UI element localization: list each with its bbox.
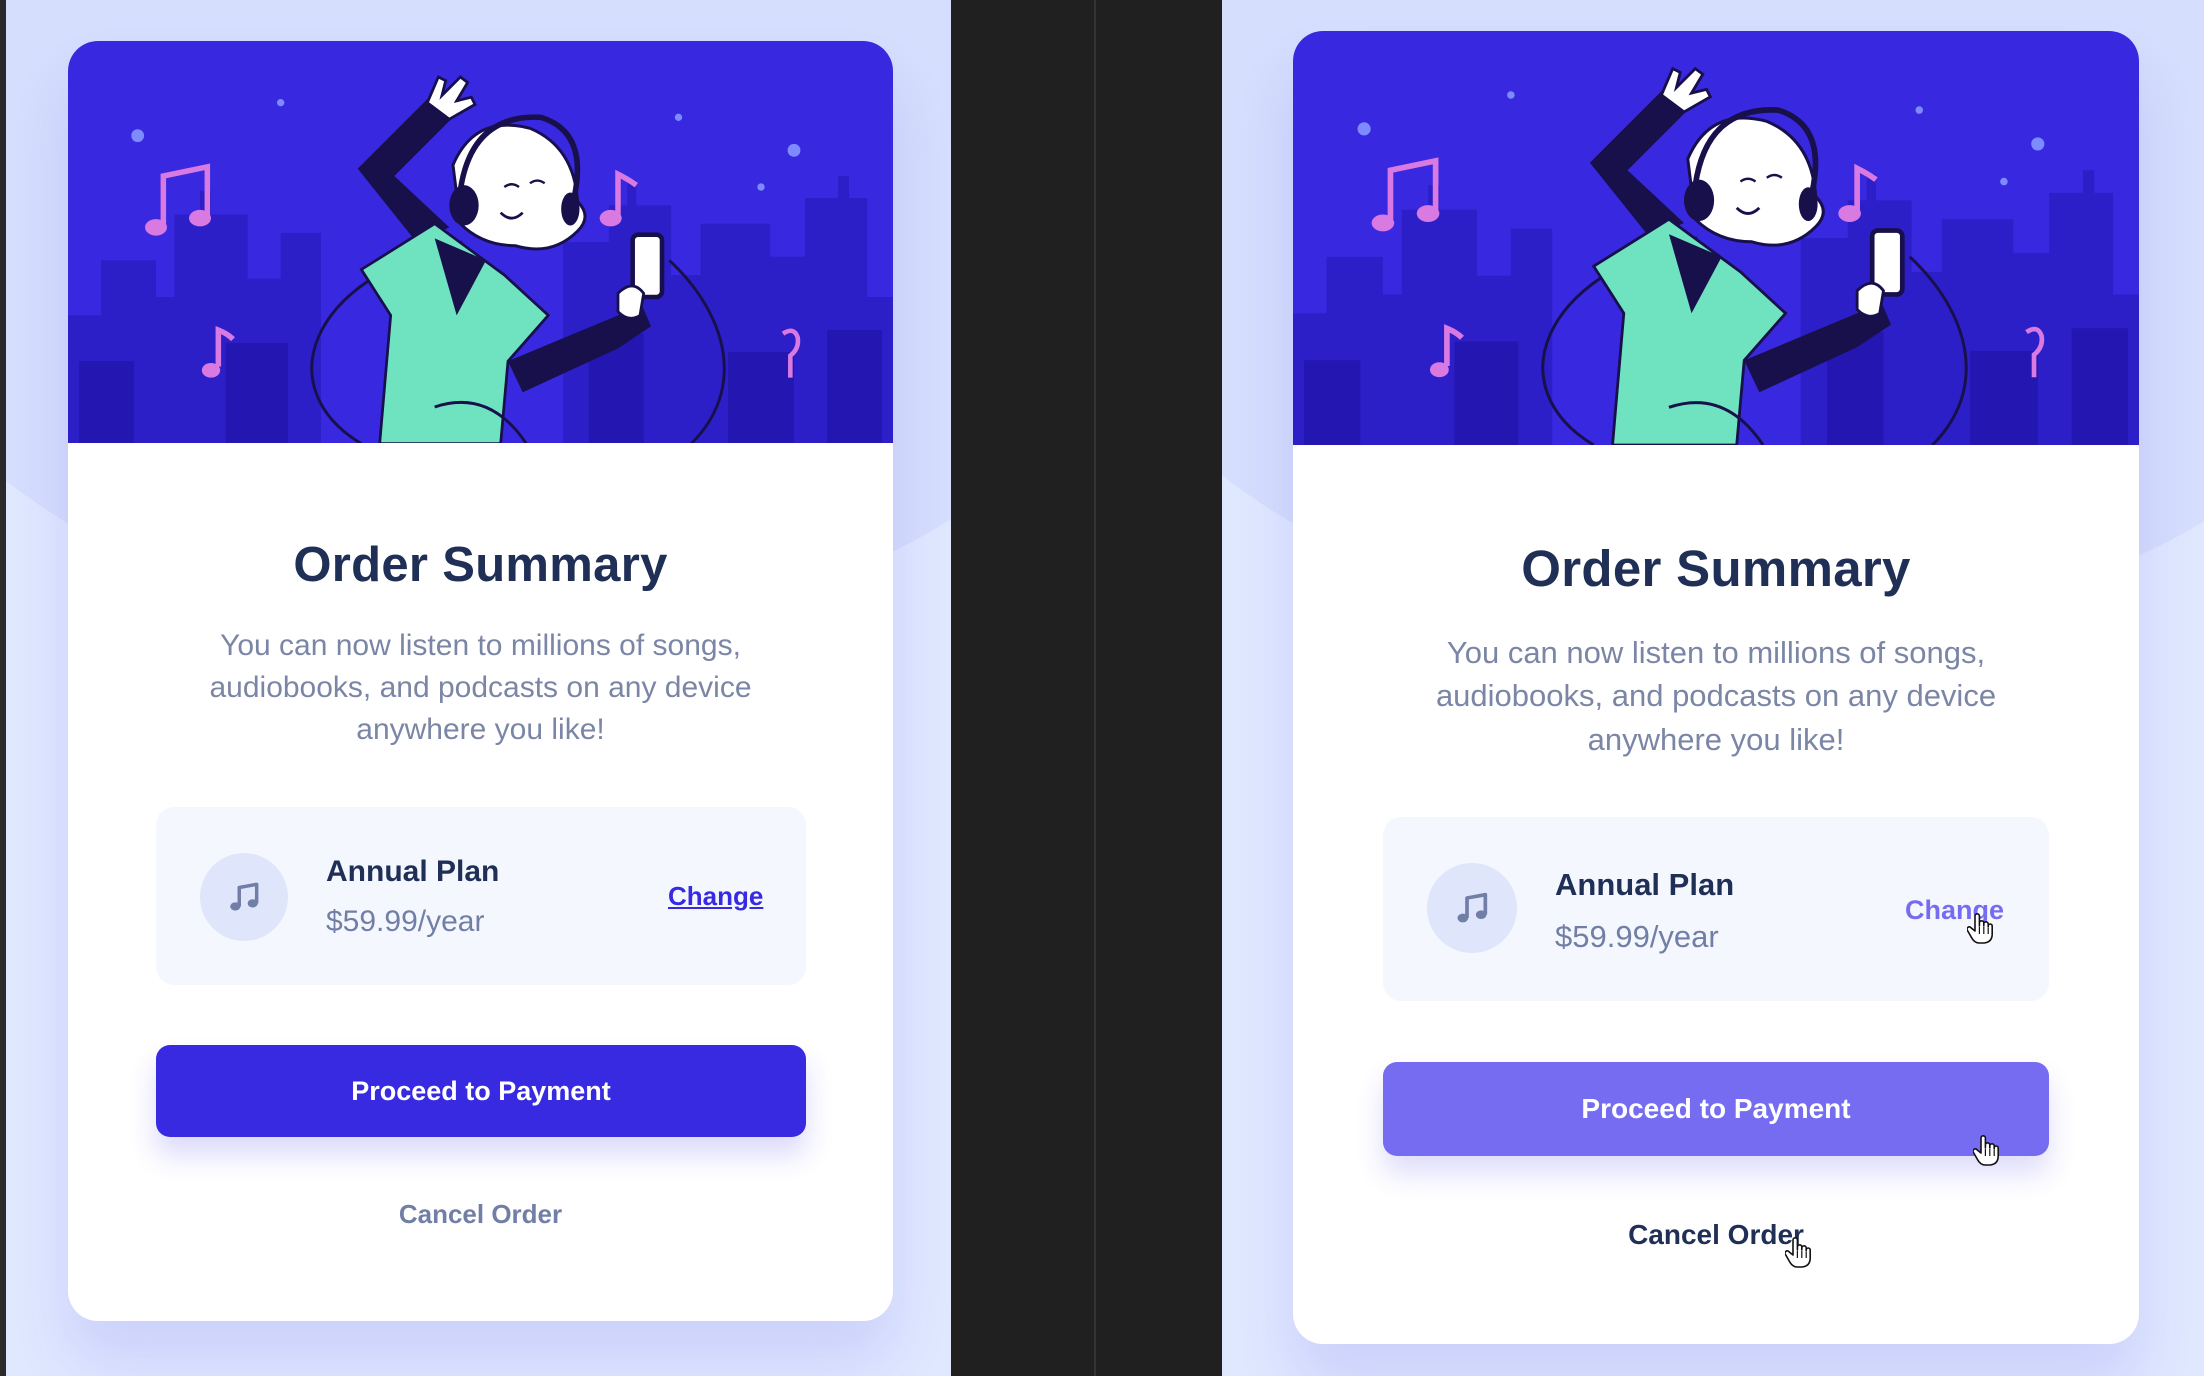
hand-pointer-cursor-icon bbox=[1785, 1235, 1811, 1269]
proceed-to-payment-button[interactable]: Proceed to Payment bbox=[156, 1045, 806, 1137]
plan-name: Annual Plan bbox=[1555, 867, 1735, 902]
plan-name: Annual Plan bbox=[326, 855, 500, 888]
plan-description: You can now listen to millions of songs,… bbox=[209, 629, 752, 746]
plan-summary-box: Annual Plan $59.99/year Change bbox=[1383, 817, 2049, 1001]
plan-description: You can now listen to millions of songs,… bbox=[1435, 635, 1997, 757]
order-summary-card: Order Summary You can now listen to mill… bbox=[1293, 31, 2139, 1344]
page-title: Order Summary bbox=[293, 538, 668, 592]
order-summary-card: Order Summary You can now listen to mill… bbox=[68, 41, 893, 1321]
hand-pointer-cursor-icon bbox=[1973, 1133, 1999, 1167]
plan-price: $59.99/year bbox=[1555, 919, 1719, 954]
cancel-order-link[interactable]: Cancel Order bbox=[68, 1199, 893, 1230]
column-divider bbox=[1094, 0, 1096, 1376]
hand-pointer-cursor-icon bbox=[1967, 911, 1993, 945]
music-note-icon bbox=[200, 853, 288, 941]
page-title: Order Summary bbox=[1521, 540, 1911, 597]
hero-illustration bbox=[1293, 31, 2139, 445]
order-summary-hover-view: Order Summary You can now listen to mill… bbox=[1222, 0, 2204, 1376]
cancel-order-link[interactable]: Cancel Order bbox=[1293, 1219, 2139, 1251]
change-plan-link[interactable]: Change bbox=[668, 881, 763, 912]
order-summary-default-view: Order Summary You can now listen to mill… bbox=[6, 0, 951, 1376]
music-note-icon bbox=[1427, 863, 1517, 953]
plan-summary-box: Annual Plan $59.99/year Change bbox=[156, 807, 806, 985]
proceed-to-payment-button[interactable]: Proceed to Payment bbox=[1383, 1062, 2049, 1156]
hero-illustration bbox=[68, 41, 893, 443]
plan-price: $59.99/year bbox=[326, 905, 485, 938]
